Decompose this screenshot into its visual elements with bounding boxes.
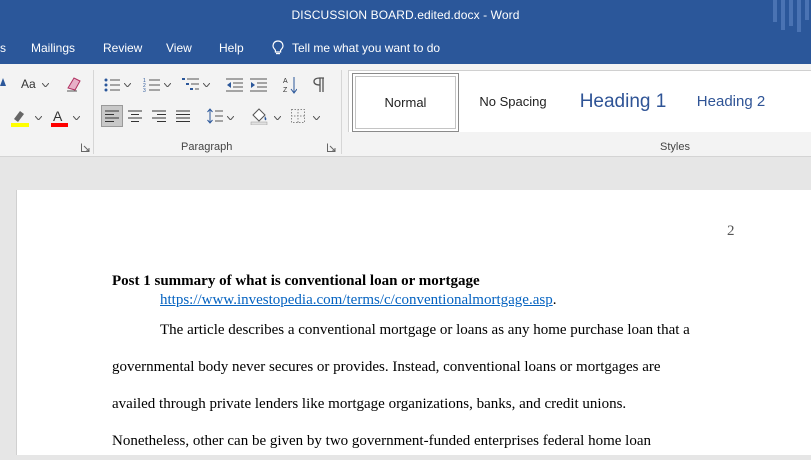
document-page[interactable]: 2 Post 1 summary of what is conventional… [16, 190, 811, 455]
chevron-down-icon[interactable] [227, 116, 234, 120]
increase-indent-icon[interactable] [250, 78, 267, 92]
shading-icon[interactable] [250, 107, 270, 125]
paragraph-line: availed through private lenders like mor… [112, 396, 627, 412]
tab-help[interactable]: Help [219, 41, 244, 55]
paragraph-body: The article describes a conventional mor… [112, 312, 732, 460]
svg-text:3: 3 [143, 88, 146, 92]
text-highlight-icon[interactable] [11, 109, 31, 127]
multilevel-list-icon[interactable] [182, 77, 199, 92]
align-right-icon[interactable] [152, 110, 166, 122]
chevron-down-icon[interactable] [203, 83, 210, 87]
window-title: DISCUSSION BOARD.edited.docx - Word [291, 8, 520, 22]
page-number: 2 [727, 223, 735, 239]
font-color-icon[interactable]: A [51, 108, 69, 128]
justify-icon[interactable] [176, 110, 190, 122]
style-normal[interactable]: Normal [352, 73, 459, 132]
chevron-down-icon[interactable] [274, 116, 281, 120]
lightbulb-icon [272, 40, 284, 55]
link-suffix: . [552, 292, 557, 308]
style-heading-1[interactable]: Heading 1 [567, 73, 679, 130]
chevron-down-icon[interactable] [313, 116, 320, 120]
title-bar: DISCUSSION BOARD.edited.docx - Word [0, 0, 811, 32]
chevron-down-icon[interactable] [124, 83, 131, 87]
style-heading-2-label: Heading 2 [696, 93, 766, 110]
ribbon-tab-bar: s Mailings Review View Help Tell me what… [0, 32, 811, 64]
align-left-icon [105, 110, 119, 122]
svg-text:A: A [53, 108, 63, 124]
tab-partial[interactable]: s [0, 41, 6, 55]
numbering-icon[interactable]: 1 2 3 [143, 77, 160, 92]
style-normal-label: Normal [384, 95, 427, 110]
show-formatting-marks-icon[interactable] [313, 77, 325, 93]
style-no-spacing-label: No Spacing [479, 94, 547, 109]
align-center-icon[interactable] [128, 110, 142, 122]
link-line: https://www.investopedia.com/terms/c/con… [112, 290, 732, 310]
chevron-down-icon[interactable] [35, 116, 42, 120]
styles-group-label: Styles [660, 141, 690, 153]
align-left-button[interactable] [101, 105, 123, 127]
line-spacing-icon[interactable] [207, 108, 223, 124]
paragraph-line: Nonetheless, other can be given by two g… [112, 433, 651, 449]
font-size-increase-icon[interactable] [0, 78, 6, 86]
document-body[interactable]: Post 1 summary of what is conventional l… [112, 272, 732, 460]
paragraph-line: governmental body never secures or provi… [112, 359, 661, 375]
svg-text:A: A [283, 78, 288, 85]
borders-icon[interactable] [291, 109, 305, 123]
tab-review[interactable]: Review [103, 41, 142, 55]
style-heading-2[interactable]: Heading 2 [683, 73, 779, 130]
paragraph-dialog-launcher-icon[interactable] [327, 143, 336, 152]
paragraph-line: The article describes a conventional mor… [160, 322, 690, 338]
document-canvas-background [0, 157, 811, 190]
document-heading: Post 1 summary of what is conventional l… [112, 273, 480, 289]
tab-mailings[interactable]: Mailings [31, 41, 75, 55]
reference-link[interactable]: https://www.investopedia.com/terms/c/con… [160, 292, 553, 308]
chevron-down-icon[interactable] [42, 83, 49, 87]
font-dialog-launcher-icon[interactable] [81, 143, 90, 152]
group-separator [341, 70, 342, 154]
decrease-indent-icon[interactable] [226, 78, 243, 92]
style-no-spacing[interactable]: No Spacing [461, 73, 565, 130]
tell-me-label: Tell me what you want to do [292, 41, 441, 55]
clear-formatting-icon[interactable] [65, 76, 83, 92]
styles-gallery: Normal No Spacing Heading 1 Heading 2 [348, 70, 811, 132]
style-heading-1-label: Heading 1 [579, 90, 667, 112]
title-decoration-icon [773, 0, 809, 32]
chevron-down-icon[interactable] [73, 116, 80, 120]
sort-icon[interactable]: AZ [283, 76, 297, 94]
group-separator [93, 70, 94, 154]
chevron-down-icon[interactable] [164, 83, 171, 87]
tab-view[interactable]: View [166, 41, 192, 55]
ribbon: Aa A 1 2 3 AZ Paragraph Normal No Spacin… [0, 64, 811, 157]
paragraph-group-label: Paragraph [181, 141, 233, 153]
tell-me-box[interactable]: Tell me what you want to do [272, 40, 440, 56]
change-case-button[interactable]: Aa [21, 77, 36, 91]
svg-text:Z: Z [283, 87, 288, 94]
bullets-icon[interactable] [104, 78, 120, 92]
